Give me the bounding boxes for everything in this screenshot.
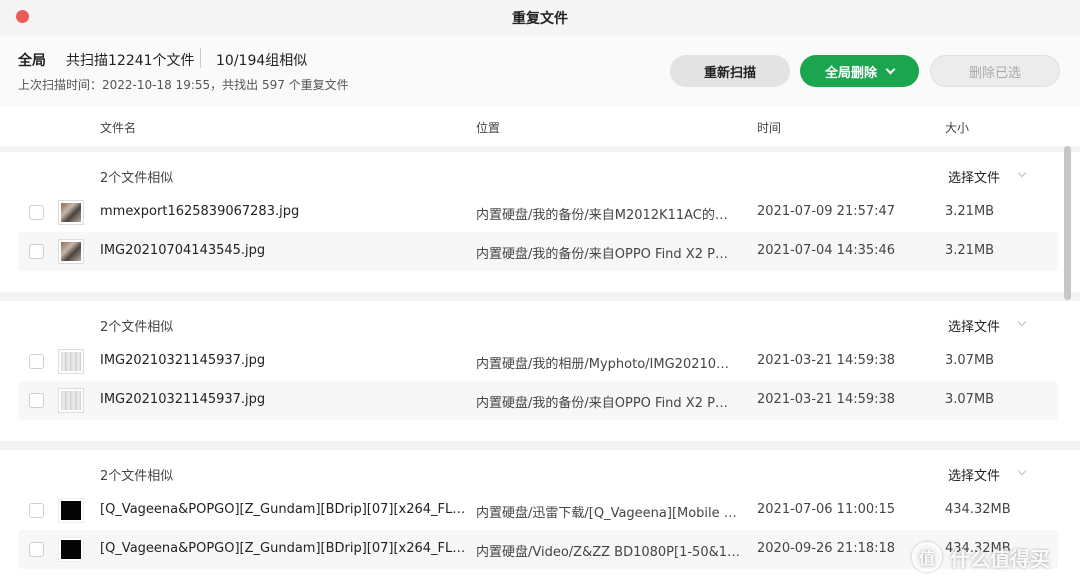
watermark-logo-icon: 值 — [912, 542, 942, 572]
rescan-button[interactable]: 重新扫描 — [670, 55, 790, 87]
title-bar: 重复文件 — [0, 0, 1080, 36]
file-thumbnail — [58, 498, 84, 523]
file-thumbnail — [58, 349, 84, 374]
similar-groups-count: 10/194组相似 — [216, 53, 308, 69]
file-time: 2021-07-09 21:57:47 — [757, 204, 896, 219]
select-files-dropdown[interactable]: 选择文件 — [948, 167, 1000, 186]
file-thumbnail — [58, 388, 84, 413]
scan-summary-header: 全局 共扫描12241个文件 10/194组相似 上次扫描时间：2022-10-… — [0, 36, 1080, 106]
file-row[interactable]: mmexport1625839067283.jpg 内置硬盘/我的备份/来自M2… — [18, 193, 1058, 232]
column-header-size[interactable]: 大小 — [945, 119, 969, 136]
global-delete-button[interactable]: 全局删除 — [800, 55, 919, 87]
column-header-row: 文件名 位置 时间 大小 — [0, 106, 1080, 146]
file-row[interactable]: IMG20210321145937.jpg 内置硬盘/我的相册/Myphoto/… — [18, 342, 1058, 381]
file-thumbnail — [58, 537, 84, 562]
scanned-count: 共扫描12241个文件 — [66, 53, 195, 69]
file-time: 2020-09-26 21:18:18 — [757, 541, 896, 556]
rescan-label: 重新扫描 — [703, 65, 756, 81]
file-location: 内置硬盘/我的备份/来自OPPO Find X2 P… — [476, 396, 728, 411]
file-size: 3.07MB — [945, 392, 995, 407]
file-list: 文件名 位置 时间 大小 2个文件相似 选择文件 mmexport1625839… — [0, 106, 1080, 584]
vertical-scrollbar[interactable] — [1064, 146, 1071, 300]
file-location: 内置硬盘/迅雷下载/[Q_Vageena][Mobile … — [476, 506, 737, 521]
scan-scope-label: 全局 — [18, 53, 46, 69]
file-size: 3.21MB — [945, 204, 995, 219]
file-checkbox[interactable] — [29, 393, 44, 408]
delete-selected-button[interactable]: 删除已选 — [930, 55, 1060, 87]
select-files-dropdown[interactable]: 选择文件 — [948, 465, 1000, 484]
file-name: [Q_Vageena&POPGO][Z_Gundam][BDrip][07][x… — [100, 541, 466, 556]
group-similar-count: 2个文件相似 — [100, 171, 174, 186]
chevron-down-icon[interactable] — [1017, 168, 1027, 178]
file-time: 2021-07-06 11:00:15 — [757, 502, 896, 517]
file-time: 2021-03-21 14:59:38 — [757, 353, 896, 368]
last-scan-info: 上次扫描时间：2022-10-18 19:55，共找出 597 个重复文件 — [18, 78, 349, 92]
group-header: 2个文件相似 选择文件 — [0, 152, 1080, 197]
file-row[interactable]: IMG20210704143545.jpg 内置硬盘/我的备份/来自OPPO F… — [18, 232, 1058, 271]
watermark: 值 什么值得买 — [912, 538, 1074, 576]
watermark-text: 什么值得买 — [950, 546, 1050, 571]
file-time: 2021-07-04 14:35:46 — [757, 243, 896, 258]
file-name: mmexport1625839067283.jpg — [100, 204, 300, 219]
file-name: IMG20210704143545.jpg — [100, 243, 266, 258]
global-delete-label: 全局删除 — [824, 65, 877, 81]
file-thumbnail — [58, 200, 84, 225]
group-similar-count: 2个文件相似 — [100, 469, 174, 484]
column-header-time[interactable]: 时间 — [757, 119, 781, 136]
file-time: 2021-03-21 14:59:38 — [757, 392, 896, 407]
chevron-down-icon — [885, 64, 896, 74]
file-checkbox[interactable] — [29, 542, 44, 557]
file-checkbox[interactable] — [29, 503, 44, 518]
file-location: 内置硬盘/我的备份/来自OPPO Find X2 P… — [476, 247, 728, 262]
duplicate-group: 2个文件相似 选择文件 IMG20210321145937.jpg 内置硬盘/我… — [0, 301, 1080, 441]
file-row[interactable]: [Q_Vageena&POPGO][Z_Gundam][BDrip][07][x… — [18, 530, 1058, 569]
header-divider — [200, 48, 201, 68]
file-location: 内置硬盘/我的相册/Myphoto/IMG20210… — [476, 357, 730, 372]
group-header: 2个文件相似 选择文件 — [0, 301, 1080, 346]
file-size: 3.07MB — [945, 353, 995, 368]
select-files-dropdown[interactable]: 选择文件 — [948, 316, 1000, 335]
file-checkbox[interactable] — [29, 205, 44, 220]
chevron-down-icon[interactable] — [1017, 466, 1027, 476]
group-similar-count: 2个文件相似 — [100, 320, 174, 335]
group-header: 2个文件相似 选择文件 — [0, 450, 1080, 495]
file-checkbox[interactable] — [29, 244, 44, 259]
file-row[interactable]: IMG20210321145937.jpg 内置硬盘/我的备份/来自OPPO F… — [18, 381, 1058, 420]
file-thumbnail — [58, 239, 84, 264]
file-name: IMG20210321145937.jpg — [100, 353, 266, 368]
file-size: 434.32MB — [945, 502, 1011, 517]
file-row[interactable]: [Q_Vageena&POPGO][Z_Gundam][BDrip][07][x… — [18, 491, 1058, 530]
file-size: 3.21MB — [945, 243, 995, 258]
file-name: IMG20210321145937.jpg — [100, 392, 266, 407]
file-location: 内置硬盘/Video/Z&ZZ BD1080P[1-50&1… — [476, 545, 741, 560]
file-checkbox[interactable] — [29, 354, 44, 369]
delete-selected-label: 删除已选 — [968, 65, 1021, 81]
file-name: [Q_Vageena&POPGO][Z_Gundam][BDrip][07][x… — [100, 502, 466, 517]
duplicate-group: 2个文件相似 选择文件 mmexport1625839067283.jpg 内置… — [0, 152, 1080, 292]
column-header-name[interactable]: 文件名 — [100, 119, 136, 136]
column-header-location[interactable]: 位置 — [476, 119, 500, 136]
chevron-down-icon[interactable] — [1017, 317, 1027, 327]
file-location: 内置硬盘/我的备份/来自M2012K11AC的… — [476, 208, 728, 223]
window-title: 重复文件 — [512, 11, 568, 27]
